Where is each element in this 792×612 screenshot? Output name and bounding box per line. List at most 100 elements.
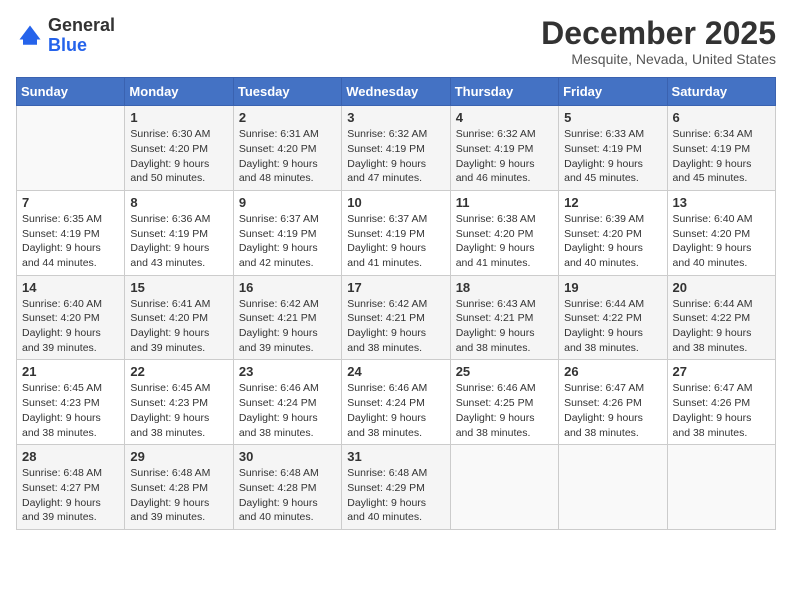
calendar-cell: [450, 445, 558, 530]
calendar-week-row: 21 Sunrise: 6:45 AM Sunset: 4:23 PM Dayl…: [17, 360, 776, 445]
day-info: Sunrise: 6:40 AM Sunset: 4:20 PM Dayligh…: [673, 212, 770, 271]
sunset: Sunset: 4:20 PM: [239, 143, 317, 155]
daylight: Daylight: 9 hours and 38 minutes.: [22, 412, 101, 439]
sunset: Sunset: 4:26 PM: [564, 397, 642, 409]
daylight: Daylight: 9 hours and 41 minutes.: [456, 242, 535, 269]
daylight: Daylight: 9 hours and 48 minutes.: [239, 158, 318, 185]
day-number: 21: [22, 364, 119, 379]
col-saturday: Saturday: [667, 78, 775, 106]
sunrise: Sunrise: 6:42 AM: [347, 298, 427, 310]
sunset: Sunset: 4:25 PM: [456, 397, 534, 409]
sunset: Sunset: 4:29 PM: [347, 482, 425, 494]
calendar-cell: 11 Sunrise: 6:38 AM Sunset: 4:20 PM Dayl…: [450, 190, 558, 275]
calendar-week-row: 14 Sunrise: 6:40 AM Sunset: 4:20 PM Dayl…: [17, 275, 776, 360]
calendar-cell: 19 Sunrise: 6:44 AM Sunset: 4:22 PM Dayl…: [559, 275, 667, 360]
calendar-week-row: 1 Sunrise: 6:30 AM Sunset: 4:20 PM Dayli…: [17, 106, 776, 191]
day-info: Sunrise: 6:42 AM Sunset: 4:21 PM Dayligh…: [239, 297, 336, 356]
col-thursday: Thursday: [450, 78, 558, 106]
location: Mesquite, Nevada, United States: [541, 51, 776, 67]
sunrise: Sunrise: 6:32 AM: [456, 128, 536, 140]
day-info: Sunrise: 6:40 AM Sunset: 4:20 PM Dayligh…: [22, 297, 119, 356]
daylight: Daylight: 9 hours and 42 minutes.: [239, 242, 318, 269]
daylight: Daylight: 9 hours and 44 minutes.: [22, 242, 101, 269]
sunrise: Sunrise: 6:45 AM: [130, 382, 210, 394]
day-info: Sunrise: 6:46 AM Sunset: 4:24 PM Dayligh…: [239, 381, 336, 440]
sunrise: Sunrise: 6:48 AM: [130, 467, 210, 479]
daylight: Daylight: 9 hours and 38 minutes.: [347, 327, 426, 354]
calendar-cell: 29 Sunrise: 6:48 AM Sunset: 4:28 PM Dayl…: [125, 445, 233, 530]
day-info: Sunrise: 6:45 AM Sunset: 4:23 PM Dayligh…: [22, 381, 119, 440]
calendar-cell: 30 Sunrise: 6:48 AM Sunset: 4:28 PM Dayl…: [233, 445, 341, 530]
day-number: 22: [130, 364, 227, 379]
daylight: Daylight: 9 hours and 43 minutes.: [130, 242, 209, 269]
daylight: Daylight: 9 hours and 38 minutes.: [673, 327, 752, 354]
daylight: Daylight: 9 hours and 38 minutes.: [456, 412, 535, 439]
day-number: 31: [347, 449, 444, 464]
calendar-cell: [667, 445, 775, 530]
daylight: Daylight: 9 hours and 38 minutes.: [564, 412, 643, 439]
sunset: Sunset: 4:26 PM: [673, 397, 751, 409]
sunrise: Sunrise: 6:48 AM: [347, 467, 427, 479]
day-number: 23: [239, 364, 336, 379]
logo-text: General Blue: [48, 16, 115, 56]
day-info: Sunrise: 6:33 AM Sunset: 4:19 PM Dayligh…: [564, 127, 661, 186]
day-info: Sunrise: 6:37 AM Sunset: 4:19 PM Dayligh…: [239, 212, 336, 271]
sunset: Sunset: 4:20 PM: [564, 228, 642, 240]
day-info: Sunrise: 6:32 AM Sunset: 4:19 PM Dayligh…: [347, 127, 444, 186]
calendar-table: Sunday Monday Tuesday Wednesday Thursday…: [16, 77, 776, 530]
sunset: Sunset: 4:20 PM: [130, 312, 208, 324]
col-monday: Monday: [125, 78, 233, 106]
logo: General Blue: [16, 16, 115, 56]
sunset: Sunset: 4:19 PM: [22, 228, 100, 240]
calendar-cell: 27 Sunrise: 6:47 AM Sunset: 4:26 PM Dayl…: [667, 360, 775, 445]
daylight: Daylight: 9 hours and 45 minutes.: [673, 158, 752, 185]
sunrise: Sunrise: 6:37 AM: [239, 213, 319, 225]
day-number: 20: [673, 280, 770, 295]
sunrise: Sunrise: 6:46 AM: [347, 382, 427, 394]
daylight: Daylight: 9 hours and 47 minutes.: [347, 158, 426, 185]
daylight: Daylight: 9 hours and 39 minutes.: [22, 327, 101, 354]
day-number: 13: [673, 195, 770, 210]
day-info: Sunrise: 6:46 AM Sunset: 4:25 PM Dayligh…: [456, 381, 553, 440]
calendar-cell: 25 Sunrise: 6:46 AM Sunset: 4:25 PM Dayl…: [450, 360, 558, 445]
sunrise: Sunrise: 6:44 AM: [673, 298, 753, 310]
col-friday: Friday: [559, 78, 667, 106]
calendar-cell: 14 Sunrise: 6:40 AM Sunset: 4:20 PM Dayl…: [17, 275, 125, 360]
calendar-week-row: 7 Sunrise: 6:35 AM Sunset: 4:19 PM Dayli…: [17, 190, 776, 275]
day-number: 11: [456, 195, 553, 210]
day-info: Sunrise: 6:36 AM Sunset: 4:19 PM Dayligh…: [130, 212, 227, 271]
day-number: 28: [22, 449, 119, 464]
day-info: Sunrise: 6:39 AM Sunset: 4:20 PM Dayligh…: [564, 212, 661, 271]
calendar-cell: 8 Sunrise: 6:36 AM Sunset: 4:19 PM Dayli…: [125, 190, 233, 275]
calendar-cell: 13 Sunrise: 6:40 AM Sunset: 4:20 PM Dayl…: [667, 190, 775, 275]
calendar-cell: [559, 445, 667, 530]
sunrise: Sunrise: 6:30 AM: [130, 128, 210, 140]
sunset: Sunset: 4:24 PM: [239, 397, 317, 409]
day-number: 6: [673, 110, 770, 125]
daylight: Daylight: 9 hours and 40 minutes.: [347, 497, 426, 524]
calendar-cell: 7 Sunrise: 6:35 AM Sunset: 4:19 PM Dayli…: [17, 190, 125, 275]
day-info: Sunrise: 6:48 AM Sunset: 4:28 PM Dayligh…: [130, 466, 227, 525]
sunrise: Sunrise: 6:47 AM: [564, 382, 644, 394]
sunset: Sunset: 4:28 PM: [239, 482, 317, 494]
calendar-cell: 18 Sunrise: 6:43 AM Sunset: 4:21 PM Dayl…: [450, 275, 558, 360]
calendar-cell: 1 Sunrise: 6:30 AM Sunset: 4:20 PM Dayli…: [125, 106, 233, 191]
calendar-cell: 28 Sunrise: 6:48 AM Sunset: 4:27 PM Dayl…: [17, 445, 125, 530]
daylight: Daylight: 9 hours and 46 minutes.: [456, 158, 535, 185]
sunrise: Sunrise: 6:40 AM: [22, 298, 102, 310]
daylight: Daylight: 9 hours and 45 minutes.: [564, 158, 643, 185]
logo-general: General: [48, 15, 115, 35]
day-info: Sunrise: 6:44 AM Sunset: 4:22 PM Dayligh…: [564, 297, 661, 356]
day-info: Sunrise: 6:48 AM Sunset: 4:28 PM Dayligh…: [239, 466, 336, 525]
day-number: 14: [22, 280, 119, 295]
daylight: Daylight: 9 hours and 50 minutes.: [130, 158, 209, 185]
sunset: Sunset: 4:22 PM: [564, 312, 642, 324]
daylight: Daylight: 9 hours and 39 minutes.: [239, 327, 318, 354]
calendar-cell: 22 Sunrise: 6:45 AM Sunset: 4:23 PM Dayl…: [125, 360, 233, 445]
sunset: Sunset: 4:22 PM: [673, 312, 751, 324]
sunset: Sunset: 4:21 PM: [456, 312, 534, 324]
calendar-cell: 2 Sunrise: 6:31 AM Sunset: 4:20 PM Dayli…: [233, 106, 341, 191]
sunrise: Sunrise: 6:43 AM: [456, 298, 536, 310]
day-info: Sunrise: 6:42 AM Sunset: 4:21 PM Dayligh…: [347, 297, 444, 356]
daylight: Daylight: 9 hours and 39 minutes.: [130, 327, 209, 354]
